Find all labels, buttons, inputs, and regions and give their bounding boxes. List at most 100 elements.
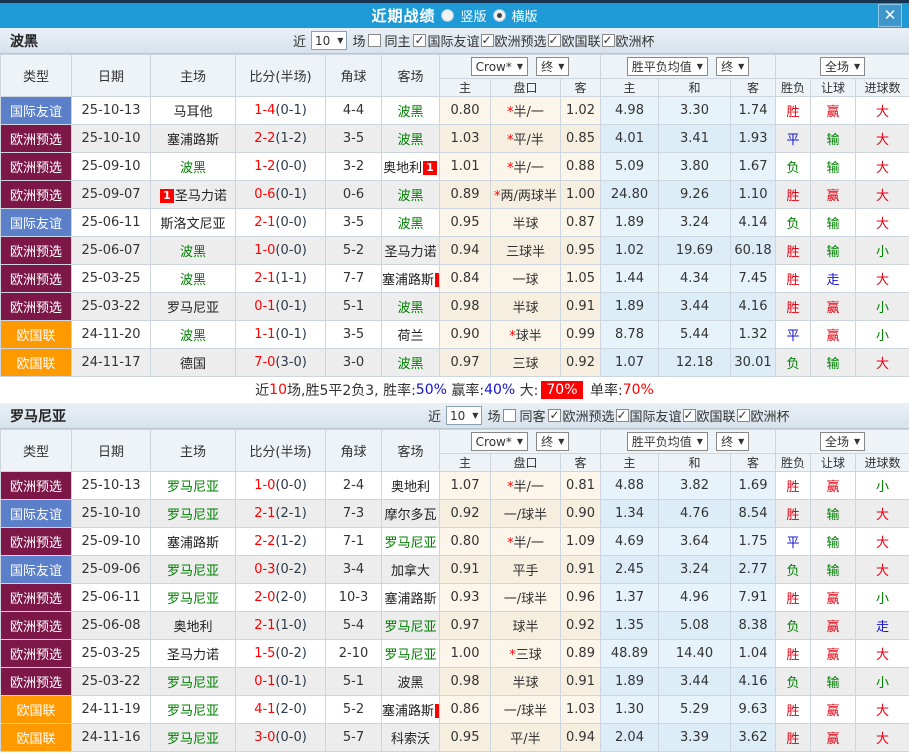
full-match-select[interactable]: 全场▼ bbox=[820, 57, 865, 76]
away-team[interactable]: 圣马力诺 bbox=[382, 237, 440, 265]
home-team[interactable]: 塞浦路斯 bbox=[151, 125, 236, 153]
full-match-select[interactable]: 全场▼ bbox=[820, 432, 865, 451]
away-team[interactable]: 加拿大 bbox=[382, 556, 440, 584]
match-row[interactable]: 国际友谊 25-09-06 罗马尼亚 0-3(0-2) 3-4 加拿大 0.91… bbox=[1, 556, 909, 584]
match-row[interactable]: 欧洲预选 25-09-07 1圣马力诺 0-6(0-1) 0-6 波黑 0.89… bbox=[1, 181, 909, 209]
away-team[interactable]: 罗马尼亚 bbox=[382, 528, 440, 556]
match-row[interactable]: 欧洲预选 25-10-13 罗马尼亚 1-0(0-0) 2-4 奥地利 1.07… bbox=[1, 472, 909, 500]
odds-company-select[interactable]: Crow*▼ bbox=[471, 432, 528, 451]
home-team[interactable]: 马耳他 bbox=[151, 97, 236, 125]
match-row[interactable]: 欧国联 24-11-20 波黑 1-1(0-1) 3-5 荷兰 0.90 *球半… bbox=[1, 321, 909, 349]
away-team[interactable]: 塞浦路斯1 bbox=[382, 265, 440, 293]
home-team[interactable]: 波黑 bbox=[151, 237, 236, 265]
home-team[interactable]: 塞浦路斯 bbox=[151, 528, 236, 556]
match-count-select[interactable]: 10▼ bbox=[446, 406, 482, 425]
handicap-time-select[interactable]: 终▼ bbox=[536, 432, 569, 451]
home-team[interactable]: 罗马尼亚 bbox=[151, 293, 236, 321]
match-row[interactable]: 欧国联 24-11-16 罗马尼亚 3-0(0-0) 5-7 科索沃 0.95 … bbox=[1, 724, 909, 752]
away-team[interactable]: 波黑 bbox=[382, 125, 440, 153]
home-team[interactable]: 斯洛文尼亚 bbox=[151, 209, 236, 237]
away-team[interactable]: 奥地利1 bbox=[382, 153, 440, 181]
match-row[interactable]: 欧洲预选 25-06-08 奥地利 2-1(1-0) 5-4 罗马尼亚 0.97… bbox=[1, 612, 909, 640]
odds-company-select[interactable]: Crow*▼ bbox=[471, 57, 528, 76]
away-team[interactable]: 波黑 bbox=[382, 209, 440, 237]
avg-odds-select[interactable]: 胜平负均值▼ bbox=[627, 57, 708, 76]
away-team[interactable]: 波黑 bbox=[382, 668, 440, 696]
home-team[interactable]: 1圣马力诺 bbox=[151, 181, 236, 209]
match-count-select[interactable]: 10▼ bbox=[311, 31, 347, 50]
match-row[interactable]: 欧洲预选 25-09-10 塞浦路斯 2-2(1-2) 7-1 罗马尼亚 0.8… bbox=[1, 528, 909, 556]
home-team[interactable]: 罗马尼亚 bbox=[151, 500, 236, 528]
home-team[interactable]: 罗马尼亚 bbox=[151, 472, 236, 500]
same-side-label[interactable]: 同客 bbox=[519, 406, 545, 425]
away-team[interactable]: 塞浦路斯 bbox=[382, 584, 440, 612]
match-row[interactable]: 欧洲预选 25-06-07 波黑 1-0(0-0) 5-2 圣马力诺 0.94 … bbox=[1, 237, 909, 265]
competition-filter-checkbox[interactable] bbox=[602, 34, 615, 47]
competition-filter-checkbox[interactable] bbox=[481, 34, 494, 47]
competition-filter-checkbox[interactable] bbox=[548, 34, 561, 47]
match-row[interactable]: 国际友谊 25-10-10 罗马尼亚 2-1(2-1) 7-3 摩尔多瓦 0.9… bbox=[1, 500, 909, 528]
home-team[interactable]: 罗马尼亚 bbox=[151, 584, 236, 612]
match-row[interactable]: 欧洲预选 25-03-25 圣马力诺 1-5(0-2) 2-10 罗马尼亚 1.… bbox=[1, 640, 909, 668]
competition-badge: 欧洲预选 bbox=[1, 237, 72, 265]
match-row[interactable]: 欧洲预选 25-09-10 波黑 1-2(0-0) 3-2 奥地利1 1.01 … bbox=[1, 153, 909, 181]
competition-filter-label[interactable]: 欧洲杯 bbox=[751, 406, 790, 425]
home-team[interactable]: 波黑 bbox=[151, 321, 236, 349]
match-row[interactable]: 国际友谊 25-10-13 马耳他 1-4(0-1) 4-4 波黑 0.80 *… bbox=[1, 97, 909, 125]
match-row[interactable]: 欧洲预选 25-03-25 波黑 2-1(1-1) 7-7 塞浦路斯1 0.84… bbox=[1, 265, 909, 293]
away-team[interactable]: 塞浦路斯1 bbox=[382, 696, 440, 724]
away-team[interactable]: 荷兰 bbox=[382, 321, 440, 349]
avg-time-select[interactable]: 终▼ bbox=[716, 432, 749, 451]
home-team[interactable]: 罗马尼亚 bbox=[151, 668, 236, 696]
competition-filter-label[interactable]: 欧洲预选 bbox=[562, 406, 614, 425]
away-team[interactable]: 波黑 bbox=[382, 97, 440, 125]
same-side-checkbox[interactable] bbox=[503, 409, 516, 422]
competition-filter-label[interactable]: 国际友谊 bbox=[630, 406, 682, 425]
match-row[interactable]: 欧洲预选 25-10-10 塞浦路斯 2-2(1-2) 3-5 波黑 1.03 … bbox=[1, 125, 909, 153]
close-button[interactable]: ✕ bbox=[878, 4, 902, 27]
radio-horizontal-label[interactable]: 横版 bbox=[512, 6, 538, 25]
competition-filter-label[interactable]: 欧国联 bbox=[562, 31, 601, 50]
competition-filter-label[interactable]: 欧洲预选 bbox=[495, 31, 547, 50]
away-team[interactable]: 波黑 bbox=[382, 349, 440, 377]
competition-filter-checkbox[interactable] bbox=[737, 409, 750, 422]
radio-vertical-icon[interactable] bbox=[441, 9, 454, 22]
away-team[interactable]: 罗马尼亚 bbox=[382, 612, 440, 640]
home-team[interactable]: 波黑 bbox=[151, 265, 236, 293]
away-team[interactable]: 波黑 bbox=[382, 181, 440, 209]
match-row[interactable]: 欧洲预选 25-06-11 罗马尼亚 2-0(2-0) 10-3 塞浦路斯 0.… bbox=[1, 584, 909, 612]
match-row[interactable]: 欧洲预选 25-03-22 罗马尼亚 0-1(0-1) 5-1 波黑 0.98 … bbox=[1, 293, 909, 321]
competition-filter-checkbox[interactable] bbox=[683, 409, 696, 422]
match-row[interactable]: 欧洲预选 25-03-22 罗马尼亚 0-1(0-1) 5-1 波黑 0.98 … bbox=[1, 668, 909, 696]
same-side-checkbox[interactable] bbox=[368, 34, 381, 47]
competition-filter-checkbox[interactable] bbox=[413, 34, 426, 47]
result-wdl: 胜 bbox=[776, 293, 811, 321]
home-team[interactable]: 圣马力诺 bbox=[151, 640, 236, 668]
match-row[interactable]: 欧国联 24-11-19 罗马尼亚 4-1(2-0) 5-2 塞浦路斯1 0.8… bbox=[1, 696, 909, 724]
away-team[interactable]: 摩尔多瓦 bbox=[382, 500, 440, 528]
home-team[interactable]: 罗马尼亚 bbox=[151, 556, 236, 584]
same-side-label[interactable]: 同主 bbox=[384, 31, 410, 50]
competition-filter-label[interactable]: 国际友谊 bbox=[427, 31, 479, 50]
away-team[interactable]: 科索沃 bbox=[382, 724, 440, 752]
match-row[interactable]: 国际友谊 25-06-11 斯洛文尼亚 2-1(0-0) 3-5 波黑 0.95… bbox=[1, 209, 909, 237]
competition-filter-checkbox[interactable] bbox=[548, 409, 561, 422]
away-team[interactable]: 奥地利 bbox=[382, 472, 440, 500]
radio-horizontal-icon[interactable] bbox=[493, 9, 506, 22]
match-row[interactable]: 欧国联 24-11-17 德国 7-0(3-0) 3-0 波黑 0.97 三球 … bbox=[1, 349, 909, 377]
handicap-time-select[interactable]: 终▼ bbox=[536, 57, 569, 76]
competition-filter-label[interactable]: 欧洲杯 bbox=[616, 31, 655, 50]
away-team[interactable]: 波黑 bbox=[382, 293, 440, 321]
avg-time-select[interactable]: 终▼ bbox=[716, 57, 749, 76]
team-name-text: 摩尔多瓦 bbox=[384, 508, 436, 523]
home-team[interactable]: 罗马尼亚 bbox=[151, 696, 236, 724]
home-team[interactable]: 奥地利 bbox=[151, 612, 236, 640]
avg-odds-select[interactable]: 胜平负均值▼ bbox=[627, 432, 708, 451]
away-team[interactable]: 罗马尼亚 bbox=[382, 640, 440, 668]
competition-filter-checkbox[interactable] bbox=[616, 409, 629, 422]
competition-filter-label[interactable]: 欧国联 bbox=[697, 406, 736, 425]
home-team[interactable]: 德国 bbox=[151, 349, 236, 377]
radio-vertical-label[interactable]: 竖版 bbox=[460, 6, 486, 25]
home-team[interactable]: 罗马尼亚 bbox=[151, 724, 236, 752]
home-team[interactable]: 波黑 bbox=[151, 153, 236, 181]
